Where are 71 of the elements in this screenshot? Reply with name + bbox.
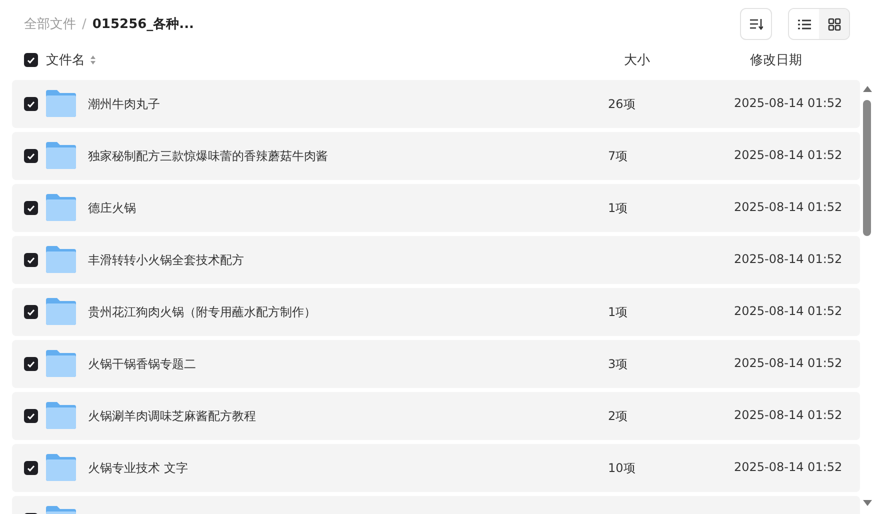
item-count: 7项 — [608, 149, 628, 163]
row-checkbox[interactable] — [24, 461, 38, 475]
folder-name: 火锅干锅香锅专题二 — [88, 357, 196, 371]
item-count: 1项 — [608, 201, 628, 215]
row-checkbox[interactable] — [24, 97, 38, 111]
folder-name: 潮州牛肉丸子 — [88, 97, 160, 111]
item-count: 10项 — [608, 461, 636, 475]
check-icon — [27, 204, 35, 212]
row-checkbox[interactable] — [24, 253, 38, 267]
modified-date: 2025-08-14 01:52 — [734, 96, 842, 110]
sort-button[interactable] — [740, 8, 772, 40]
column-header[interactable]: 大小 — [624, 51, 750, 69]
folder-row[interactable]: 德庄火锅 1项 2025-08-14 01:52 — [12, 184, 860, 232]
folder-row[interactable]: 火锅干锅香锅专题二 3项 2025-08-14 01:52 — [12, 340, 860, 388]
select-all-checkbox[interactable] — [24, 53, 38, 67]
sort-arrows-icon — [90, 55, 96, 65]
row-checkbox[interactable] — [24, 409, 38, 423]
modified-date: 2025-08-14 01:52 — [734, 148, 842, 162]
folder-icon — [46, 350, 76, 377]
folder-row[interactable]: 贵州花江狗肉火锅（附专用蘸水配方制作） 1项 2025-08-14 01:52 — [12, 288, 860, 336]
item-count: 1项 — [608, 305, 628, 319]
check-icon — [27, 308, 35, 316]
grid-icon — [828, 18, 840, 30]
folder-name: 火锅涮羊肉调味芝麻酱配方教程 — [88, 409, 256, 423]
item-count: 2项 — [608, 409, 628, 423]
modified-date: 2025-08-14 01:52 — [734, 200, 842, 214]
folder-icon — [46, 90, 76, 117]
check-icon — [27, 56, 35, 64]
modified-date: 2025-08-14 01:52 — [734, 460, 842, 474]
sort-icon — [749, 18, 763, 30]
folder-row[interactable]: 丰滑转转小火锅全套技术配方 2025-08-14 01:52 — [12, 236, 860, 284]
scroll-up-icon[interactable] — [862, 86, 872, 92]
folder-name: 火锅专业技术 文字 — [88, 461, 188, 475]
folder-icon — [46, 194, 76, 221]
row-checkbox[interactable] — [24, 201, 38, 215]
check-icon — [27, 412, 35, 420]
item-count: 26项 — [608, 97, 636, 111]
breadcrumb-separator: / — [82, 16, 86, 32]
modified-date: 2025-08-14 01:52 — [734, 252, 842, 266]
check-icon — [27, 360, 35, 368]
check-icon — [27, 152, 35, 160]
folder-name: 独家秘制配方三款惊爆味蕾的香辣蘑菇牛肉酱 — [88, 149, 328, 163]
folder-icon — [46, 402, 76, 429]
check-icon — [27, 256, 35, 264]
modified-date: 2025-08-14 01:52 — [734, 304, 842, 318]
scroll-down-icon[interactable] — [862, 500, 872, 506]
modified-date: 2025-08-14 01:52 — [734, 408, 842, 422]
folder-row[interactable]: 潮州牛肉丸子 26项 2025-08-14 01:52 — [12, 80, 860, 128]
list-icon — [798, 18, 810, 30]
check-icon — [27, 100, 35, 108]
check-icon — [27, 464, 35, 472]
folder-name: 贵州花江狗肉火锅（附专用蘸水配方制作） — [88, 305, 316, 319]
folder-name: 德庄火锅 — [88, 201, 136, 215]
item-count: 3项 — [608, 357, 628, 371]
folder-row[interactable]: 独家秘制配方三款惊爆味蕾的香辣蘑菇牛肉酱 7项 2025-08-14 01:52 — [12, 132, 860, 180]
scrollbar-thumb[interactable] — [863, 100, 871, 236]
modified-date: 2025-08-14 01:52 — [734, 356, 842, 370]
column-header[interactable]: 修改日期 — [750, 51, 802, 69]
row-checkbox[interactable] — [24, 357, 38, 371]
grid-view-button[interactable] — [819, 9, 849, 39]
folder-icon — [46, 246, 76, 273]
folder-name: 丰滑转转小火锅全套技术配方 — [88, 253, 244, 267]
folder-icon — [46, 142, 76, 169]
folder-icon — [46, 298, 76, 325]
row-checkbox[interactable] — [24, 149, 38, 163]
folder-icon — [46, 454, 76, 481]
folder-row[interactable]: 火锅专业技术 文字 10项 2025-08-14 01:52 — [12, 444, 860, 492]
breadcrumb-current: 015256_各种... — [92, 16, 194, 33]
row-checkbox[interactable] — [24, 305, 38, 319]
column-header[interactable]: 文件名 — [46, 51, 85, 69]
folder-row[interactable]: 火锅涮羊肉调味芝麻酱配方教程 2项 2025-08-14 01:52 — [12, 392, 860, 440]
